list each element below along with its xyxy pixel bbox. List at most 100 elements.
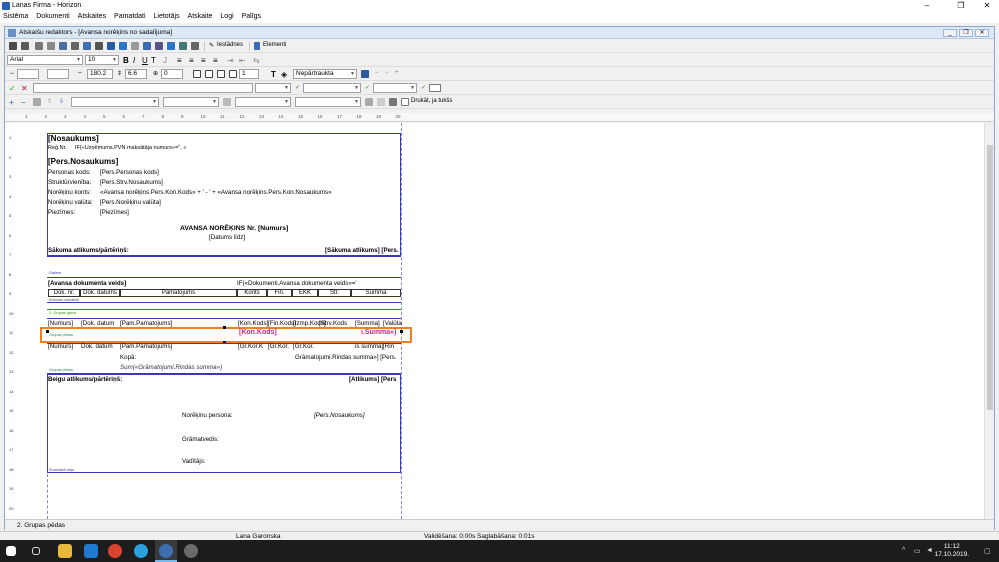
save-icon[interactable] <box>9 42 17 50</box>
left-input[interactable] <box>17 69 39 79</box>
chrome-icon[interactable] <box>108 544 122 558</box>
print-empty-checkbox[interactable] <box>401 98 409 106</box>
formula-input[interactable] <box>33 83 253 93</box>
border-top-icon[interactable] <box>205 70 213 78</box>
sigma-icon[interactable] <box>143 42 151 50</box>
copy-icon[interactable] <box>71 42 79 50</box>
font-size-select[interactable]: 10 ▼ <box>85 55 119 65</box>
elements-button[interactable]: Elementi <box>263 42 286 48</box>
person-name-field[interactable]: [Pers.Nosaukums] <box>48 157 118 166</box>
row2-account-field[interactable]: [Gr.Kor.K <box>238 343 263 350</box>
doc-type-field[interactable]: [Avansa dokumenta veids] <box>48 280 126 287</box>
menu-lietotajs[interactable]: Lietotājs <box>151 12 183 21</box>
row2-date-field[interactable]: Dok. datum <box>81 343 113 350</box>
underline-icon[interactable]: U <box>142 56 148 65</box>
wrap-icon[interactable]: ⇆ <box>253 56 260 65</box>
currency-field[interactable]: [Pers.Norēķinu valūta] <box>100 199 161 206</box>
apply-icon-2[interactable]: ✓ <box>365 84 370 91</box>
scroll-thumb[interactable] <box>987 145 993 410</box>
account-formula[interactable]: «Avansa norēķins.Pers.Kon.Kods» + ' - ' … <box>100 189 332 196</box>
unit-field[interactable]: [Pers.Strv.Nosaukums] <box>100 179 163 186</box>
apply-icon[interactable]: ✓ <box>295 84 300 91</box>
band-select[interactable]: ▼ <box>71 97 159 107</box>
format-select[interactable]: ▼ <box>373 83 417 93</box>
height-input[interactable]: 6.6 <box>125 69 147 79</box>
plus-icon[interactable]: + <box>395 70 399 76</box>
chart-icon[interactable] <box>167 42 175 50</box>
data-icon[interactable] <box>83 42 91 50</box>
close-button[interactable]: ✕ <box>975 0 999 12</box>
table-icon[interactable] <box>95 42 103 50</box>
band-option-icon[interactable] <box>223 98 231 106</box>
border-input[interactable]: 0 <box>161 69 183 79</box>
child-close-button[interactable]: ✕ <box>975 29 989 37</box>
vertical-scrollbar[interactable] <box>984 123 994 519</box>
align-right-icon[interactable]: ≡ <box>201 56 206 65</box>
tray-chevron-icon[interactable]: ^ <box>902 547 905 554</box>
row-currency-field[interactable]: [Valūta <box>383 320 402 327</box>
type-select[interactable]: ▼ <box>303 83 361 93</box>
header-cell-doc-date[interactable]: Dok. datums <box>80 289 120 297</box>
menu-sistema[interactable]: Sistēma <box>0 12 31 21</box>
edge-icon[interactable] <box>84 544 98 558</box>
remove-band-icon[interactable]: − <box>21 98 26 107</box>
menu-atskaite[interactable]: Atskaite <box>185 12 216 21</box>
app-icon-3[interactable] <box>184 544 198 558</box>
task-view-icon[interactable] <box>32 547 40 555</box>
company-name-field[interactable]: [Nosaukums] <box>48 134 99 143</box>
child-restore-button[interactable]: ❐ <box>959 29 973 37</box>
start-icon[interactable] <box>6 546 16 556</box>
minus-icon[interactable]: − <box>375 70 379 76</box>
row-summa-field[interactable]: [Summa] <box>355 320 380 327</box>
image-icon[interactable] <box>155 42 163 50</box>
report-title[interactable]: AVANSA NORĒĶINS Nr. [Numurs] <box>180 225 288 232</box>
move-up-icon[interactable]: ⇧ <box>47 98 52 105</box>
border-bottom-icon[interactable] <box>217 70 225 78</box>
menu-paligs[interactable]: Palīgs <box>239 12 264 21</box>
border-side-icon[interactable] <box>229 70 237 78</box>
cancel-icon[interactable]: ✕ <box>21 84 28 93</box>
row2-rin-field[interactable]: [Rin <box>383 343 394 350</box>
header-cell-account[interactable]: Konts <box>237 289 267 297</box>
doc-type-formula[interactable]: IF(«Dokumenti.Avansa dokumenta veids»=' <box>237 280 357 287</box>
paint-icon[interactable]: ◈ <box>281 70 287 79</box>
text-size-icon[interactable]: T <box>151 56 156 65</box>
band-extra-icon-2[interactable] <box>377 98 385 106</box>
width-input[interactable]: 180.2 <box>87 69 113 79</box>
menu-pamatdati[interactable]: Pamatdati <box>111 12 149 21</box>
apply-icon-3[interactable]: ✓ <box>421 84 426 91</box>
row2-fin-field[interactable]: [Gr.Kor. <box>268 343 289 350</box>
clock[interactable]: 11:12 17.10.2019. <box>935 543 969 559</box>
menu-atskaites[interactable]: Atskaites <box>75 12 109 21</box>
menu-dokumenti[interactable]: Dokumenti <box>33 12 72 21</box>
start-balance-field[interactable]: [Sākuma atlikums] [Pers. <box>325 247 399 254</box>
row-str-field[interactable]: [Strv.Kods <box>319 320 347 327</box>
child-minimize-button[interactable]: _ <box>943 29 957 37</box>
check-icon[interactable]: ✓ <box>9 84 16 93</box>
selected-account-field[interactable]: [Kon.Kods] <box>239 329 277 336</box>
grid-icon[interactable] <box>179 42 187 50</box>
personal-code-field[interactable]: [Pers.Personas kods] <box>100 169 159 176</box>
app-icon-2[interactable] <box>134 544 148 558</box>
row-reason-field[interactable]: [Pam.Pamatojums] <box>120 320 172 327</box>
row2-number-field[interactable]: [Numurs] <box>48 343 73 350</box>
row-number-field[interactable]: [Numurs] <box>48 320 73 327</box>
header-cell-reason[interactable]: Pamatojums <box>120 289 237 297</box>
grid-toggle-icon[interactable] <box>429 84 441 92</box>
indent-icon[interactable]: ⇥ <box>227 56 234 65</box>
file-explorer-icon[interactable] <box>58 544 72 558</box>
font-select[interactable]: Arial ▼ <box>7 55 83 65</box>
row2-reason-field[interactable]: [Pam.Pamatojums] <box>120 343 172 350</box>
align-justify-icon[interactable]: ≡ <box>213 56 218 65</box>
italic-icon[interactable]: I <box>133 56 135 65</box>
notes-field[interactable]: [Piezīmes] <box>100 209 129 216</box>
settings-button[interactable]: Iestādnes <box>217 42 243 48</box>
save-as-icon[interactable] <box>21 42 29 50</box>
layers-icon[interactable] <box>119 42 127 50</box>
text-t-icon[interactable]: T <box>271 70 276 79</box>
text-format-icon[interactable]: J <box>163 56 167 65</box>
move-down-icon[interactable]: ⇩ <box>59 98 64 105</box>
selected-band-outline[interactable] <box>40 327 412 343</box>
row-account-field[interactable]: [Kon.Kods] <box>238 320 268 327</box>
row-fin-field[interactable]: [Fin.Kods] <box>268 320 296 327</box>
